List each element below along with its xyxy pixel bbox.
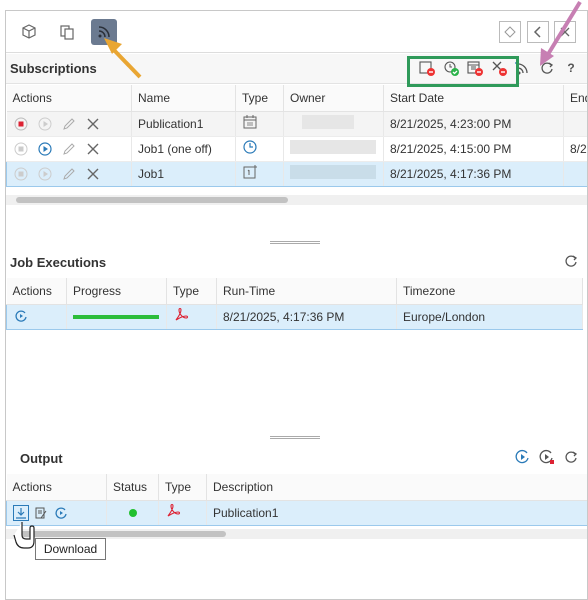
orange-arrow [110, 46, 142, 79]
download-tooltip: Download [35, 538, 106, 560]
orange-arrowhead [104, 38, 122, 54]
hand-cursor-icon [13, 522, 35, 549]
annotation-arrows [13, 0, 582, 549]
pink-arrow [545, 0, 582, 58]
